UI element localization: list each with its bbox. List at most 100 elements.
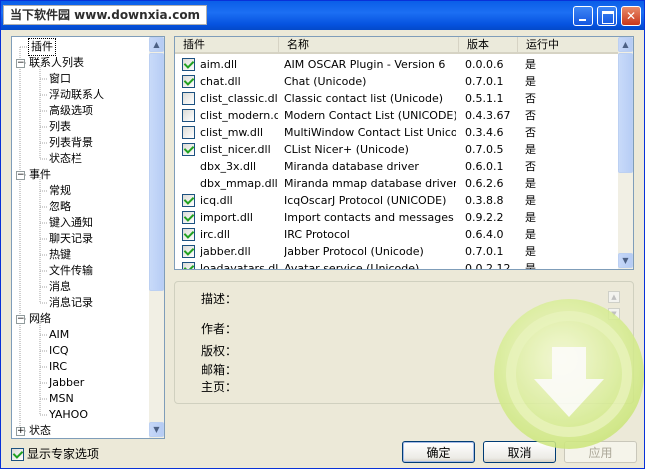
plugin-enable-checkbox[interactable] <box>182 126 195 139</box>
plugin-file-cell: clist_classic.dll <box>200 92 278 105</box>
table-row[interactable]: jabber.dll Jabber Protocol (Unicode) 0.7.0… <box>175 243 618 260</box>
table-row[interactable]: clist_modern.dll Modern Contact List (UNI… <box>175 107 618 124</box>
plugin-file-cell: clist_mw.dll <box>200 126 263 139</box>
tree-item[interactable]: 窗口 <box>49 71 71 87</box>
table-row[interactable]: dbx_mmap.dll Miranda mmap database driver… <box>175 175 618 192</box>
tree-collapse-icon[interactable]: − <box>16 171 25 180</box>
tree-item[interactable]: AIM <box>49 327 69 343</box>
column-header-version[interactable]: 版本 <box>459 37 518 52</box>
plugin-version-cell: 0.7.0.1 <box>465 75 504 88</box>
column-header-running[interactable]: 运行中 <box>518 37 618 52</box>
plugin-enable-checkbox[interactable] <box>182 143 195 156</box>
tree-item[interactable]: 消息记录 <box>49 295 93 311</box>
plugin-running-cell: 否 <box>525 109 536 122</box>
tree-item[interactable]: 聊天记录 <box>49 231 93 247</box>
list-scrollbar[interactable]: ▲ ▼ <box>618 37 633 269</box>
plugin-version-cell: 0.7.0.5 <box>465 143 504 156</box>
table-row[interactable]: icq.dll IcqOscarJ Protocol (UNICODE) 0.3.8… <box>175 192 618 209</box>
plugin-file-cell: aim.dll <box>200 58 238 71</box>
plugin-name-cell: Avatar service (Unicode) <box>284 262 420 270</box>
tree-scroll-up-icon[interactable]: ▲ <box>149 37 164 52</box>
tree-item[interactable]: 键入通知 <box>49 215 93 231</box>
table-row[interactable]: import.dll Import contacts and messages 0.… <box>175 209 618 226</box>
tree-item[interactable]: MSN <box>49 391 74 407</box>
plugin-running-cell: 是 <box>525 262 536 270</box>
plugin-enable-checkbox[interactable] <box>182 92 195 105</box>
ok-button[interactable]: 确定 <box>402 441 475 463</box>
tree-item[interactable]: 插件 <box>28 38 56 56</box>
plugin-enable-checkbox[interactable] <box>182 262 195 269</box>
tree-item[interactable]: 事件 <box>29 167 51 183</box>
tree-item[interactable]: 状态栏 <box>49 151 82 167</box>
maximize-button[interactable] <box>597 6 617 26</box>
table-row[interactable]: loadavatars.dll Avatar service (Unicode) 0… <box>175 260 618 270</box>
tree-item[interactable]: 消息 <box>49 279 71 295</box>
tree-item[interactable]: 网络 <box>29 311 51 327</box>
tree-item[interactable]: 浮动联系人 <box>49 87 104 103</box>
list-header: 插件 名称 版本 运行中 <box>175 37 618 54</box>
column-header-plugin[interactable]: 插件 <box>175 37 279 52</box>
table-row[interactable]: chat.dll Chat (Unicode) 0.7.0.1 是 <box>175 73 618 90</box>
tree-item[interactable]: 列表背景 <box>49 135 93 151</box>
description-label: 描述： <box>201 292 238 306</box>
table-row[interactable]: clist_nicer.dll CList Nicer+ (Unicode) 0.7… <box>175 141 618 158</box>
tree-item[interactable]: 常规 <box>49 183 71 199</box>
plugin-enable-checkbox[interactable] <box>182 194 195 207</box>
table-row[interactable]: clist_classic.dll Classic contact list (U… <box>175 90 618 107</box>
list-scroll-thumb[interactable] <box>618 53 633 173</box>
tree-collapse-icon[interactable]: − <box>16 315 25 324</box>
tree-scroll-down-icon[interactable]: ▼ <box>149 422 164 437</box>
author-label: 作者： <box>201 322 238 336</box>
plugin-version-cell: 0.3.4.6 <box>465 126 504 139</box>
plugin-name-cell: Chat (Unicode) <box>284 75 367 88</box>
tree-scroll-thumb[interactable] <box>149 53 164 291</box>
list-scroll-up-icon[interactable]: ▲ <box>618 37 633 52</box>
plugin-running-cell: 否 <box>525 126 536 139</box>
close-button[interactable]: ✕ <box>621 6 641 26</box>
table-row[interactable]: clist_mw.dll MultiWindow Contact List Uni… <box>175 124 618 141</box>
expert-options-checkbox[interactable] <box>11 448 24 461</box>
plugin-list[interactable]: 插件 名称 版本 运行中 aim.dll AIM OSCAR Plugin - V… <box>174 36 634 270</box>
plugin-running-cell: 是 <box>525 245 536 258</box>
tree-item[interactable]: 联系人列表 <box>29 55 84 71</box>
plugin-enable-checkbox[interactable] <box>182 109 195 122</box>
plugin-name-cell: MultiWindow Contact List Unicode <box>284 126 456 139</box>
plugin-file-cell: dbx_3x.dll <box>200 160 257 173</box>
tree-item[interactable]: 忽略 <box>49 199 71 215</box>
minimize-button[interactable] <box>573 6 593 26</box>
table-row[interactable]: dbx_3x.dll Miranda database driver 0.6.0.1… <box>175 158 618 175</box>
table-row[interactable]: irc.dll IRC Protocol 0.6.4.0 是 <box>175 226 618 243</box>
tree-collapse-icon[interactable]: − <box>16 59 25 68</box>
expert-options-label[interactable]: 显示专家选项 <box>27 446 99 462</box>
list-scroll-down-icon[interactable]: ▼ <box>618 253 633 268</box>
email-label: 邮箱： <box>201 363 238 377</box>
tree-item[interactable]: 列表 <box>49 119 71 135</box>
tree-item[interactable]: 热键 <box>49 247 71 263</box>
tree-item[interactable]: Jabber <box>49 375 84 391</box>
plugin-name-cell: IRC Protocol <box>284 228 350 241</box>
title-bar[interactable]: 当下软件园 www.downxia.com ✕ <box>1 1 644 30</box>
plugin-file-cell: icq.dll <box>200 194 233 207</box>
tree-scrollbar[interactable]: ▲ ▼ <box>149 37 164 438</box>
plugin-version-cell: 0.9.2.2 <box>465 211 504 224</box>
column-header-name[interactable]: 名称 <box>279 37 459 52</box>
plugin-file-cell: loadavatars.dll <box>200 262 278 270</box>
plugin-enable-checkbox[interactable] <box>182 211 195 224</box>
plugin-enable-checkbox[interactable] <box>182 75 195 88</box>
plugin-enable-checkbox[interactable] <box>182 58 195 71</box>
tree-item[interactable]: IRC <box>49 359 67 375</box>
tree-expand-icon[interactable]: + <box>16 427 25 436</box>
plugin-file-cell: irc.dll <box>200 228 230 241</box>
tree-item[interactable]: YAHOO <box>49 407 88 423</box>
plugin-name-cell: AIM OSCAR Plugin - Version 6 <box>284 58 446 71</box>
tree-item[interactable]: ICQ <box>49 343 69 359</box>
plugin-enable-checkbox[interactable] <box>182 245 195 258</box>
tree-item[interactable]: 高级选项 <box>49 103 93 119</box>
plugin-file-cell: clist_modern.dll <box>200 109 278 122</box>
tree-item[interactable]: 文件传输 <box>49 263 93 279</box>
tree-item[interactable]: 状态 <box>29 423 51 438</box>
plugin-enable-checkbox[interactable] <box>182 228 195 241</box>
options-tree[interactable]: 插件 − 联系人列表 窗口 浮动联系人 高级选项 列表 列表背景 状态栏 − 事件 常规 忽略 键入通知聊… <box>11 36 165 439</box>
plugin-file-cell: import.dll <box>200 211 253 224</box>
table-row[interactable]: aim.dll AIM OSCAR Plugin - Version 6 0.0.0… <box>175 56 618 73</box>
